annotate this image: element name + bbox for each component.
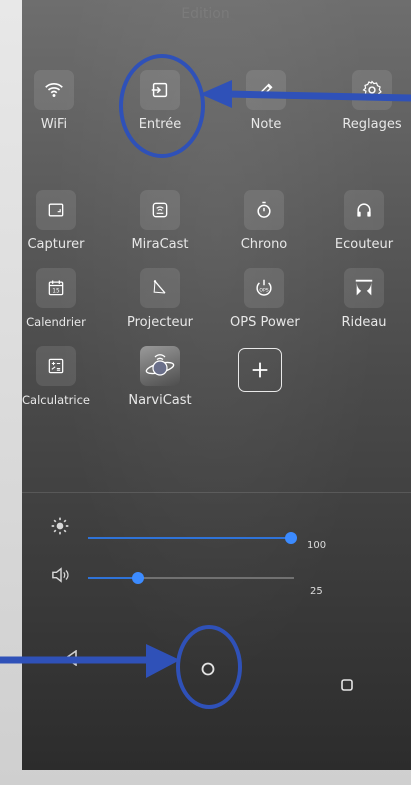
highlight-circle-home	[176, 625, 242, 709]
curtain-icon	[344, 268, 384, 308]
edition-label: Edition	[181, 6, 230, 22]
plus-icon	[252, 362, 268, 378]
narvicast-label: NarviCast	[128, 393, 192, 408]
ops-text: OPS	[259, 288, 268, 294]
calendar-label: Calendrier	[26, 315, 86, 329]
recents-button[interactable]	[341, 676, 353, 695]
ops-power-icon: OPS	[244, 268, 284, 308]
headphones-tile[interactable]: Ecouteur	[330, 190, 398, 252]
brightness-track	[88, 537, 290, 539]
highlight-circle-input	[119, 54, 205, 158]
projector-label: Projecteur	[126, 315, 194, 330]
wifi-icon	[34, 70, 74, 110]
brightness-value: 100	[307, 540, 327, 551]
miracast-icon	[140, 190, 180, 230]
wifi-tile[interactable]: WiFi	[20, 70, 88, 132]
calculator-icon	[36, 346, 76, 386]
brightness-knob[interactable]	[285, 532, 297, 544]
arrow-to-input	[200, 80, 411, 108]
ops-power-tile[interactable]: OPS OPS Power	[230, 268, 300, 330]
curtain-tile[interactable]: Rideau	[330, 268, 398, 330]
capture-tile[interactable]: Capturer	[22, 190, 90, 252]
ops-power-label: OPS Power	[230, 315, 300, 330]
capture-label: Capturer	[27, 237, 85, 252]
volume-track-filled	[88, 577, 136, 579]
calendar-icon: 15	[36, 268, 76, 308]
wifi-label: WiFi	[40, 117, 68, 132]
settings-label: Reglages	[342, 117, 402, 132]
projector-tile[interactable]: Projecteur	[126, 268, 194, 330]
volume-knob[interactable]	[132, 572, 144, 584]
headphones-icon	[344, 190, 384, 230]
chrono-label: Chrono	[240, 237, 288, 252]
miracast-tile[interactable]: MiraCast	[126, 190, 194, 252]
projector-icon	[140, 268, 180, 308]
miracast-label: MiraCast	[131, 237, 189, 252]
chrono-tile[interactable]: Chrono	[230, 190, 298, 252]
add-app-button[interactable]	[238, 348, 282, 392]
stopwatch-icon	[244, 190, 284, 230]
brightness-icon	[50, 516, 70, 540]
divider	[22, 492, 411, 493]
headphones-label: Ecouteur	[334, 237, 394, 252]
volume-value: 25	[310, 586, 323, 597]
arrow-to-home	[0, 644, 180, 678]
capture-icon	[36, 190, 76, 230]
calculator-label: Calculatrice	[22, 393, 90, 407]
volume-track-empty	[138, 577, 294, 579]
note-label: Note	[250, 117, 282, 132]
narvicast-icon	[140, 346, 180, 386]
calendar-day-text: 15	[52, 289, 60, 295]
curtain-label: Rideau	[341, 315, 387, 330]
volume-slider[interactable]	[88, 570, 298, 584]
calendar-tile[interactable]: 15 Calendrier	[22, 268, 90, 329]
brightness-slider[interactable]	[88, 530, 297, 544]
volume-icon	[50, 566, 72, 588]
narvicast-tile[interactable]: NarviCast	[126, 346, 194, 408]
calculator-tile[interactable]: Calculatrice	[22, 346, 90, 407]
recents-icon	[341, 679, 353, 691]
